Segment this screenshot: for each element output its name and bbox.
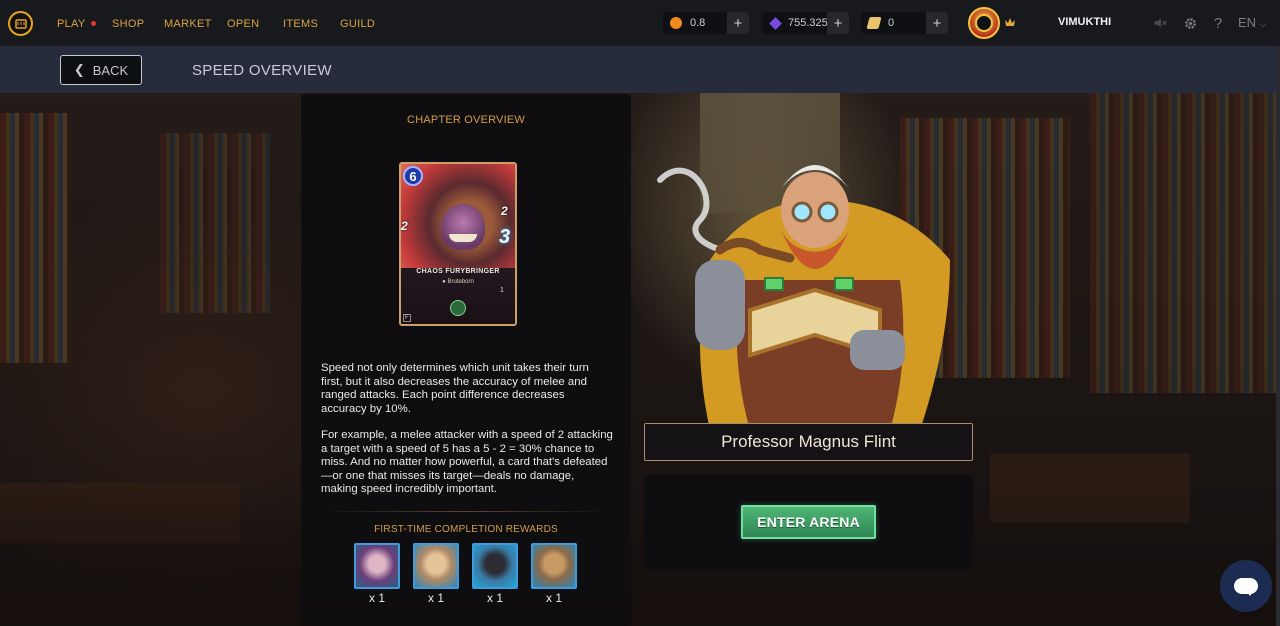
nav-open[interactable]: OPEN (227, 0, 259, 47)
professor-character-illustration (657, 165, 950, 430)
gear-icon[interactable] (1181, 14, 1199, 32)
reward-card-thumbnail (413, 543, 459, 589)
nav-play-label: PLAY (57, 17, 86, 30)
nav-items-label: ITEMS (283, 17, 319, 30)
reward-item[interactable]: x 1 (354, 543, 400, 605)
vouchers-balance: 0 + (861, 12, 948, 34)
professor-name: Professor Magnus Flint (721, 432, 896, 451)
reward-item[interactable]: x 1 (531, 543, 577, 605)
card-name: CHAOS FURYBRINGER (416, 268, 500, 275)
page-title: SPEED OVERVIEW (192, 62, 332, 79)
nav-guild-label: GUILD (340, 17, 376, 30)
rewards-list: x 1 x 1 x 1 x 1 (354, 543, 594, 605)
reward-item[interactable]: x 1 (413, 543, 459, 605)
chapter-overview-heading: CHAPTER OVERVIEW (407, 114, 525, 126)
help-icon[interactable]: ? (1209, 14, 1227, 32)
gems-value: 755.325 (788, 17, 828, 29)
notification-dot-icon (90, 21, 96, 26)
reward-quantity: x 1 (486, 591, 503, 605)
nav-market-label: MARKET (164, 17, 212, 30)
reward-quantity: x 1 (427, 591, 444, 605)
description-paragraph: For example, a melee attacker with a spe… (321, 429, 613, 495)
purple-crystal-icon (769, 16, 782, 30)
avatar[interactable] (968, 7, 1000, 39)
card-mana-cost: 6 (403, 166, 423, 186)
add-vouchers-button[interactable]: + (926, 12, 948, 34)
orange-coin-icon (670, 17, 682, 29)
nav-play[interactable]: PLAY (57, 0, 96, 47)
card-type-label: Bruteborn (447, 279, 474, 285)
nav-guild[interactable]: GUILD (340, 0, 375, 47)
language-selector[interactable]: EN ⌵ (1238, 15, 1267, 30)
chevron-left-icon: ❮ (73, 62, 85, 77)
card-monster-portrait (441, 204, 485, 250)
rewards-heading: FIRST-TIME COMPLETION REWARDS (374, 524, 558, 535)
ability-icon (450, 300, 466, 316)
nav-items[interactable]: ITEMS (283, 0, 318, 47)
credits-balance: 0.8 + (663, 12, 749, 34)
vouchers-value: 0 (888, 17, 895, 29)
page-scrollbar[interactable] (1276, 47, 1280, 626)
splinterlands-logo-icon[interactable] (8, 11, 33, 36)
reward-card-thumbnail (531, 543, 577, 589)
enter-arena-label: ENTER ARENA (757, 514, 860, 530)
reward-card-thumbnail (354, 543, 400, 589)
chapter-description: Speed not only determines which unit tak… (321, 362, 613, 510)
reward-quantity: x 1 (545, 591, 562, 605)
reward-quantity: x 1 (368, 591, 385, 605)
gems-balance: 755.325 + (762, 12, 849, 34)
reward-card-thumbnail (472, 543, 518, 589)
back-button[interactable]: ❮ BACK (60, 55, 142, 85)
credits-value: 0.8 (690, 17, 706, 29)
chapter-overview-panel: CHAPTER OVERVIEW 6 2 2 3 CHAOS FURYBRING… (301, 94, 631, 626)
monster-card[interactable]: 6 2 2 3 CHAOS FURYBRINGER ● Bruteborn 1 … (399, 162, 517, 326)
professor-name-plate: Professor Magnus Flint (644, 423, 973, 461)
page-header: ❮ BACK SPEED OVERVIEW (0, 47, 1280, 93)
back-button-label: BACK (92, 62, 129, 78)
rank-badge-icon (1005, 18, 1015, 26)
nav-shop[interactable]: SHOP (112, 0, 144, 47)
nav-market[interactable]: MARKET (164, 0, 212, 47)
add-credits-button[interactable]: + (727, 12, 749, 34)
chat-bubble-icon (1234, 578, 1258, 596)
description-paragraph: Speed not only determines which unit tak… (321, 362, 589, 415)
edition-icon: F (403, 314, 411, 322)
add-gems-button[interactable]: + (827, 12, 849, 34)
divider (321, 511, 611, 512)
nav-shop-label: SHOP (112, 17, 145, 30)
card-attack: 2 (501, 204, 508, 218)
card-level: 1 (500, 287, 504, 294)
voucher-icon (866, 17, 882, 29)
chevron-down-icon: ⌵ (1259, 19, 1267, 29)
username[interactable]: VIMUKTHI (1058, 16, 1111, 28)
library-background (0, 93, 1280, 626)
card-speed: 3 (499, 226, 511, 248)
mute-sound-icon[interactable] (1151, 14, 1169, 32)
card-type: ● Bruteborn (442, 279, 474, 285)
chat-support-button[interactable] (1220, 560, 1272, 612)
top-navigation-bar: PLAY SHOP MARKET OPEN ITEMS GUILD 0.8 + … (0, 0, 1280, 47)
language-label: EN (1238, 15, 1257, 30)
reward-item[interactable]: x 1 (472, 543, 518, 605)
nav-open-label: OPEN (227, 17, 260, 30)
card-health: 2 (401, 219, 408, 233)
enter-arena-button[interactable]: ENTER ARENA (741, 505, 876, 539)
